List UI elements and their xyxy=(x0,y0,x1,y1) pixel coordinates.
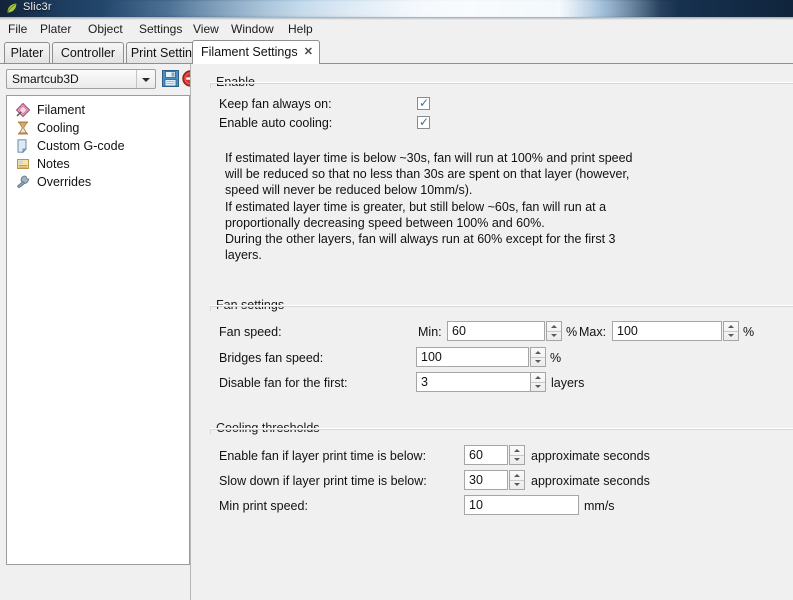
fan-speed-label: Fan speed: xyxy=(219,325,282,339)
tab-close-icon[interactable]: ✕ xyxy=(304,45,313,59)
bridges-fan-speed-value: 100 xyxy=(421,350,442,364)
enable-fan-threshold-stepper[interactable] xyxy=(509,445,525,465)
document-page-icon xyxy=(17,139,27,154)
title-bar-blur-overlay xyxy=(0,0,793,17)
sidebar-item-cooling-label: Cooling xyxy=(37,121,80,135)
cooling-description-line-2: will be reduced so that no less than 30s… xyxy=(225,167,630,182)
preset-dropdown[interactable]: Smartcub3D xyxy=(6,69,156,89)
bridges-fan-speed-unit: % xyxy=(550,351,562,365)
slow-down-threshold-stepper[interactable] xyxy=(509,470,525,490)
enable-fan-threshold-label: Enable fan if layer print time is below: xyxy=(219,449,427,463)
cooling-description-line-5: proportionally decreasing speed between … xyxy=(225,215,545,230)
disable-fan-first-unit: layers xyxy=(551,376,585,390)
menu-item-view[interactable]: View xyxy=(190,22,222,37)
sidebar-item-custom-gcode-label: Custom G-code xyxy=(37,139,125,153)
slic3r-leaf-icon xyxy=(7,3,17,13)
wrench-icon xyxy=(17,175,30,188)
keep-fan-always-on-checkbox[interactable]: ✓ xyxy=(417,96,430,110)
tab-controller[interactable]: Controller xyxy=(52,42,124,63)
cooling-description-line-1: If estimated layer time is below ~30s, f… xyxy=(225,151,633,165)
stepper-down-icon[interactable] xyxy=(724,331,738,340)
disable-fan-first-stepper[interactable] xyxy=(530,372,546,392)
slow-down-threshold-label: Slow down if layer print time is below: xyxy=(219,474,427,488)
menu-item-object[interactable]: Object xyxy=(85,22,126,37)
fan-speed-min-input[interactable]: 60 xyxy=(447,321,545,341)
window-title-bar: Slic3r xyxy=(0,0,793,17)
menu-item-settings[interactable]: Settings xyxy=(136,22,185,37)
menu-bar: File Plater Object Settings View Window … xyxy=(0,20,793,39)
cooling-description-line-3: speed will never be reduced below 10mm/s… xyxy=(225,183,473,198)
fan-speed-min-stepper[interactable] xyxy=(546,321,562,341)
disable-fan-first-input[interactable]: 3 xyxy=(416,372,541,392)
stepper-down-icon[interactable] xyxy=(510,480,524,489)
cooling-description-line-6: During the other layers, fan will always… xyxy=(225,232,616,247)
notes-icon xyxy=(17,159,29,169)
stepper-down-icon[interactable] xyxy=(531,382,545,391)
cooling-description: If estimated layer time is below ~30s, f… xyxy=(225,150,633,263)
fan-speed-max-unit: % xyxy=(743,325,755,339)
chevron-down-icon[interactable] xyxy=(136,70,155,88)
sidebar-item-overrides-label: Overrides xyxy=(37,175,92,189)
checkmark-icon: ✓ xyxy=(419,115,430,129)
enable-auto-cooling-checkbox[interactable]: ✓ xyxy=(417,115,430,129)
disable-fan-first-label: Disable fan for the first: xyxy=(219,376,348,390)
menu-item-file[interactable]: File xyxy=(5,22,30,37)
min-print-speed-value: 10 xyxy=(469,498,483,512)
enable-fan-threshold-input[interactable]: 60 xyxy=(464,445,508,465)
bridges-fan-speed-label: Bridges fan speed: xyxy=(219,351,324,365)
slow-down-threshold-unit: approximate seconds xyxy=(531,474,650,488)
stepper-down-icon[interactable] xyxy=(547,331,561,340)
sidebar-item-filament-label: Filament xyxy=(37,103,85,117)
fan-speed-min-unit: % xyxy=(566,325,578,339)
filament-settings-content: Enable Keep fan always on: ✓ Enable auto… xyxy=(191,64,793,600)
bridges-fan-speed-input[interactable]: 100 xyxy=(416,347,529,367)
checkmark-icon: ✓ xyxy=(419,96,430,110)
min-print-speed-label: Min print speed: xyxy=(219,499,308,513)
cooling-description-line-7: layers. xyxy=(225,248,262,263)
fan-speed-max-value: 100 xyxy=(617,324,638,338)
slic3r-window: Slic3r File Plater Object Settings View … xyxy=(0,0,793,600)
fan-speed-min-prefix: Min: xyxy=(418,325,442,339)
min-print-speed-input[interactable]: 10 xyxy=(464,495,579,515)
bridges-fan-speed-stepper[interactable] xyxy=(530,347,546,367)
enable-fan-threshold-value: 60 xyxy=(469,448,483,462)
menu-item-window[interactable]: Window xyxy=(228,22,277,37)
save-preset-button[interactable] xyxy=(161,69,180,88)
cooling-description-line-4: If estimated layer time is greater, but … xyxy=(225,199,607,214)
fan-speed-max-prefix: Max: xyxy=(579,325,607,339)
fan-speed-max-stepper[interactable] xyxy=(723,321,739,341)
disable-fan-first-value: 3 xyxy=(421,375,428,389)
slow-down-threshold-input[interactable]: 30 xyxy=(464,470,508,490)
settings-tree[interactable]: Filament Cooling Custom G-code Notes Ove… xyxy=(6,95,190,565)
enable-fan-threshold-unit: approximate seconds xyxy=(531,449,650,463)
window-title: Slic3r xyxy=(23,1,52,13)
save-floppy-icon xyxy=(162,70,179,87)
preset-dropdown-value: Smartcub3D xyxy=(12,72,79,86)
keep-fan-always-on-label: Keep fan always on: xyxy=(219,97,332,111)
menu-item-help[interactable]: Help xyxy=(285,22,316,37)
enable-auto-cooling-label: Enable auto cooling: xyxy=(219,116,333,130)
slow-down-threshold-value: 30 xyxy=(469,473,483,487)
fan-speed-min-value: 60 xyxy=(452,324,466,338)
tab-filament-settings[interactable]: Filament Settings ✕ xyxy=(192,40,320,64)
fan-speed-max-input[interactable]: 100 xyxy=(612,321,722,341)
min-print-speed-unit: mm/s xyxy=(584,499,615,513)
menu-item-plater[interactable]: Plater xyxy=(37,22,74,37)
sidebar-item-notes-label: Notes xyxy=(37,157,70,171)
tab-filament-settings-label: Filament Settings xyxy=(201,45,298,59)
filament-spool-icon xyxy=(15,102,31,118)
stepper-down-icon[interactable] xyxy=(510,455,524,464)
stepper-down-icon[interactable] xyxy=(531,357,545,366)
tab-plater[interactable]: Plater xyxy=(4,42,50,63)
hourglass-icon xyxy=(18,121,28,135)
